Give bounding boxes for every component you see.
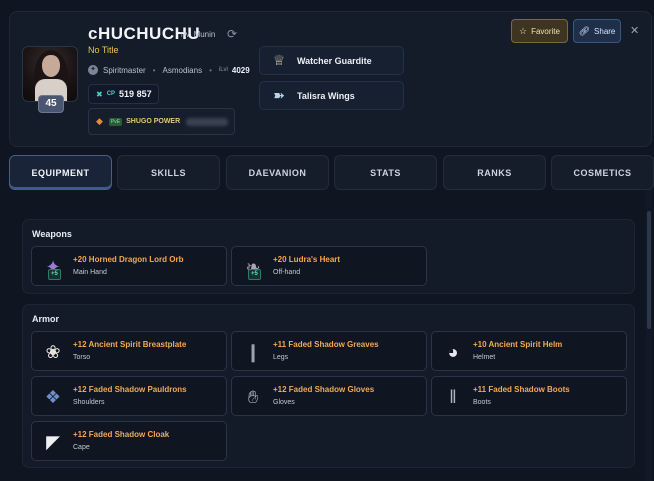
pve-tag: PvE xyxy=(108,117,123,126)
server-region: TW xyxy=(180,33,190,39)
ilvl-label: iLvl xyxy=(218,67,228,73)
close-icon[interactable]: ✕ xyxy=(630,24,639,37)
tab-ranks[interactable]: RANKS xyxy=(443,155,546,190)
server-name: Munin xyxy=(193,30,216,39)
item-name: +11 Faded Shadow Greaves xyxy=(273,340,379,349)
item-name: +11 Faded Shadow Boots xyxy=(473,385,570,394)
item-slot: Shoulders xyxy=(73,399,105,406)
armor-boots[interactable]: ‖ +11 Faded Shadow Boots Boots xyxy=(431,376,627,416)
armor-title: Armor xyxy=(32,314,60,324)
faction-name: Asmodians xyxy=(162,65,203,75)
item-slot: Gloves xyxy=(273,399,295,406)
cp-label: CP xyxy=(106,91,116,97)
cp-value: 519 857 xyxy=(119,89,152,99)
weapon-main-hand[interactable]: ✦ +5 +20 Horned Dragon Lord Orb Main Han… xyxy=(31,246,227,286)
armor-shoulders[interactable]: ❖ +12 Faded Shadow Pauldrons Shoulders xyxy=(31,376,227,416)
item-slot: Boots xyxy=(473,399,491,406)
item-name: +12 Faded Shadow Gloves xyxy=(273,385,375,394)
armor-torso[interactable]: ❀ +12 Ancient Spirit Breastplate Torso xyxy=(31,331,227,371)
item-slot: Helmet xyxy=(473,354,496,361)
item-name: +12 Faded Shadow Cloak xyxy=(73,430,170,439)
share-button[interactable]: 🔗︎ Share xyxy=(573,19,621,43)
combat-power-icon: ✖ xyxy=(96,89,103,99)
wings-card[interactable]: ➽ Talisra Wings xyxy=(259,81,404,110)
level-badge: 45 xyxy=(38,95,64,113)
class-row: ✦ Spiritmaster • Asmodians • iLvl 4029 xyxy=(88,65,250,75)
item-name: +12 Faded Shadow Pauldrons xyxy=(73,385,187,394)
refresh-icon[interactable]: ⟳ xyxy=(227,27,237,41)
star-icon: ☆ xyxy=(519,25,528,36)
item-name: +12 Ancient Spirit Breastplate xyxy=(73,340,187,349)
weapon-off-hand[interactable]: ❧ +5 +20 Ludra's Heart Off-hand xyxy=(231,246,427,286)
breastplate-icon: ❀ xyxy=(45,341,61,362)
armor-helmet[interactable]: ◕ +10 Ancient Spirit Helm Helmet xyxy=(431,331,627,371)
tab-equipment[interactable]: EQUIPMENT xyxy=(9,155,112,190)
enhancement-badge: +5 xyxy=(48,269,61,280)
link-icon: 🔗︎ xyxy=(578,25,591,36)
item-slot: Torso xyxy=(73,354,91,361)
shugo-icon: ◆ xyxy=(96,116,103,126)
tab-stats[interactable]: STATS xyxy=(334,155,437,190)
enhancement-badge: +5 xyxy=(248,269,261,280)
class-name: Spiritmaster xyxy=(103,65,146,75)
tab-daevanion[interactable]: DAEVANION xyxy=(226,155,329,190)
tab-cosmetics[interactable]: COSMETICS xyxy=(551,155,654,190)
wings-icon: ➽ xyxy=(273,87,285,103)
armor-gloves[interactable]: ✋︎ +12 Faded Shadow Gloves Gloves xyxy=(231,376,427,416)
gloves-icon: ✋︎ xyxy=(247,386,259,407)
item-name: +20 Ludra's Heart xyxy=(273,255,341,264)
weapons-section: Weapons ✦ +5 +20 Horned Dragon Lord Orb … xyxy=(22,219,635,294)
character-title: No Title xyxy=(88,45,119,55)
tab-skills[interactable]: SKILLS xyxy=(117,155,220,190)
favorite-button[interactable]: ☆ Favorite xyxy=(511,19,568,43)
ilvl-value: 4029 xyxy=(231,65,250,75)
scrollbar-thumb[interactable] xyxy=(647,211,651,329)
item-slot: Cape xyxy=(73,444,90,451)
shugo-power-box: ◆ PvE SHUGO POWER xyxy=(88,108,235,135)
shugo-power-label: SHUGO POWER xyxy=(126,118,181,125)
helm-icon: ◕ xyxy=(447,341,459,362)
boots-icon: ‖ xyxy=(449,386,457,407)
pauldrons-icon: ❖ xyxy=(44,386,62,407)
armor-legs[interactable]: ❙ +11 Faded Shadow Greaves Legs xyxy=(231,331,427,371)
item-name: +20 Horned Dragon Lord Orb xyxy=(73,255,184,264)
item-slot: Off-hand xyxy=(273,269,301,276)
armor-section: Armor ❀ +12 Ancient Spirit Breastplate T… xyxy=(22,304,635,468)
cloak-icon: ◤ xyxy=(46,431,60,452)
armor-cape[interactable]: ◤ +12 Faded Shadow Cloak Cape xyxy=(31,421,227,461)
shugo-power-value-blurred xyxy=(186,117,229,126)
guardite-icon: ♕ xyxy=(272,52,286,68)
spiritmaster-class-icon: ✦ xyxy=(88,65,98,75)
guardite-card[interactable]: ♕ Watcher Guardite xyxy=(259,46,404,75)
character-portrait xyxy=(22,46,78,102)
server-tag: TW Munin xyxy=(180,30,215,39)
item-slot: Legs xyxy=(273,354,289,361)
item-slot: Main Hand xyxy=(73,269,107,276)
item-name: +10 Ancient Spirit Helm xyxy=(473,340,563,349)
weapons-title: Weapons xyxy=(32,229,72,239)
combat-power-box: ✖ CP 519 857 xyxy=(88,84,159,104)
greaves-icon: ❙ xyxy=(245,341,261,362)
